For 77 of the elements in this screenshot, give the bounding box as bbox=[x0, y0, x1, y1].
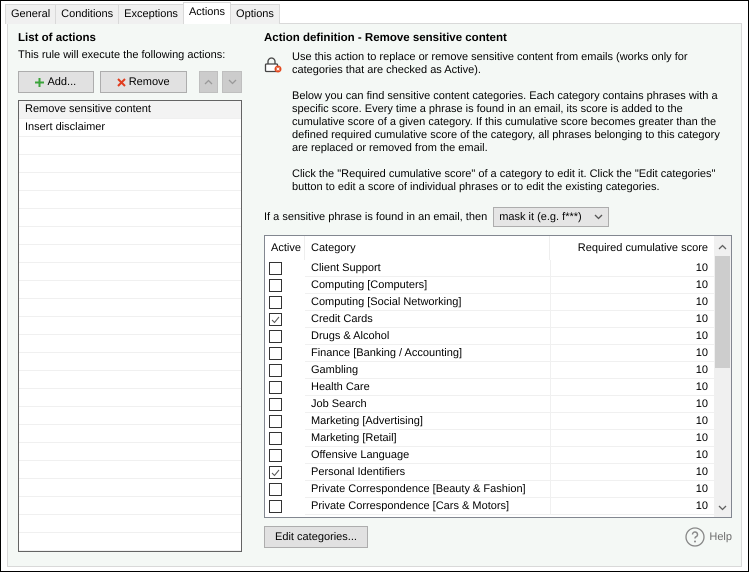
help-icon bbox=[685, 527, 706, 547]
category-cell: Computing [Social Networking] bbox=[305, 294, 550, 311]
lock-icon bbox=[264, 57, 282, 73]
plus-icon bbox=[35, 78, 44, 86]
definition-title: Action definition - Remove sensitive content bbox=[264, 32, 508, 44]
active-checkbox[interactable] bbox=[269, 313, 282, 326]
score-cell[interactable]: 10 bbox=[550, 260, 714, 277]
action-item[interactable]: Insert disclaimer bbox=[19, 119, 241, 137]
category-cell: Gambling bbox=[305, 362, 550, 379]
score-cell[interactable]: 10 bbox=[550, 430, 714, 447]
tab[interactable]: Exceptions bbox=[118, 4, 184, 24]
close-icon bbox=[116, 78, 126, 86]
tab[interactable]: Options bbox=[230, 4, 280, 24]
description-paragraph: Click the "Required cumulative score" of a category to edit it. Click the "Edit categories" button to edit a score of individual phrases or to edit the existing categories. bbox=[292, 168, 716, 194]
category-cell: Job Search bbox=[305, 396, 550, 413]
score-cell[interactable]: 10 bbox=[550, 277, 714, 294]
edit-categories-button[interactable]: Edit categories... bbox=[264, 526, 368, 548]
score-cell[interactable]: 10 bbox=[550, 362, 714, 379]
category-cell: Health Care bbox=[305, 379, 550, 396]
active-checkbox[interactable] bbox=[269, 398, 282, 411]
category-cell: Personal Identifiers bbox=[305, 464, 550, 481]
section-subtitle: This rule will execute the following actions: bbox=[18, 49, 226, 62]
chevron-up-icon bbox=[718, 244, 727, 250]
score-cell[interactable]: 10 bbox=[550, 396, 714, 413]
score-cell[interactable]: 10 bbox=[550, 345, 714, 362]
category-cell: Private Correspondence [Beauty & Fashion] bbox=[305, 481, 550, 498]
mode-dropdown[interactable]: mask it (e.g. f***) bbox=[493, 207, 610, 227]
category-cell: Client Support bbox=[305, 260, 550, 277]
column-header[interactable]: Required cumulative score bbox=[550, 236, 714, 260]
chevron-down-icon bbox=[718, 505, 727, 511]
category-cell: Finance [Banking / Accounting] bbox=[305, 345, 550, 362]
score-cell[interactable]: 10 bbox=[550, 498, 714, 515]
category-cell: Marketing [Advertising] bbox=[305, 413, 550, 430]
active-checkbox[interactable] bbox=[269, 347, 282, 360]
column-header[interactable]: Category bbox=[305, 236, 550, 260]
description-paragraph: Below you can find sensitive content categories. Each category contains phrases with a specific score. Every time a phrase is found in an email, its score is added to the cumulative score of a given category. If this cumulative score becomes greater than the defined required cumulative score of the category, all phrases belonging to this category are replaced or removed from the email. bbox=[292, 90, 721, 155]
tab[interactable]: General bbox=[5, 4, 56, 24]
score-cell[interactable]: 10 bbox=[550, 328, 714, 345]
score-cell[interactable]: 10 bbox=[550, 311, 714, 328]
active-checkbox[interactable] bbox=[269, 296, 282, 309]
score-cell[interactable]: 10 bbox=[550, 481, 714, 498]
category-cell: Computing [Computers] bbox=[305, 277, 550, 294]
active-checkbox[interactable] bbox=[269, 483, 282, 496]
active-checkbox[interactable] bbox=[269, 432, 282, 445]
mode-label: If a sensitive phrase is found in an email, then bbox=[264, 211, 488, 223]
chevron-down-icon bbox=[228, 79, 237, 85]
category-cell: Private Correspondence [Cars & Motors] bbox=[305, 498, 550, 515]
active-checkbox[interactable] bbox=[269, 262, 282, 275]
category-cell: Marketing [Retail] bbox=[305, 430, 550, 447]
category-cell: Credit Cards bbox=[305, 311, 550, 328]
score-cell[interactable]: 10 bbox=[550, 464, 714, 481]
active-checkbox[interactable] bbox=[269, 381, 282, 394]
active-checkbox[interactable] bbox=[269, 466, 282, 479]
add-button[interactable]: Add... bbox=[18, 71, 94, 93]
description-paragraph: Use this action to replace or remove sensitive content from emails (works only for categories that are checked as Active). bbox=[292, 51, 689, 77]
action-item[interactable]: Remove sensitive content bbox=[19, 101, 241, 119]
help-link[interactable]: Help bbox=[685, 527, 732, 547]
column-header[interactable]: Active bbox=[265, 236, 305, 260]
active-checkbox[interactable] bbox=[269, 449, 282, 462]
score-cell[interactable]: 10 bbox=[550, 379, 714, 396]
active-checkbox[interactable] bbox=[269, 279, 282, 292]
chevron-down-icon bbox=[594, 214, 604, 220]
chevron-up-icon bbox=[204, 79, 214, 85]
scrollbar[interactable] bbox=[714, 236, 731, 517]
active-checkbox[interactable] bbox=[269, 500, 282, 513]
category-cell: Drugs & Alcohol bbox=[305, 328, 550, 345]
active-checkbox[interactable] bbox=[269, 364, 282, 377]
tab[interactable]: Actions bbox=[182, 2, 232, 24]
score-cell[interactable]: 10 bbox=[550, 447, 714, 464]
tab[interactable]: Conditions bbox=[55, 4, 120, 24]
active-checkbox[interactable] bbox=[269, 415, 282, 428]
score-cell[interactable]: 10 bbox=[550, 413, 714, 430]
category-cell: Offensive Language bbox=[305, 447, 550, 464]
section-title: List of actions bbox=[18, 32, 97, 44]
remove-button[interactable]: Remove bbox=[100, 71, 187, 93]
active-checkbox[interactable] bbox=[269, 330, 282, 343]
score-cell[interactable]: 10 bbox=[550, 294, 714, 311]
